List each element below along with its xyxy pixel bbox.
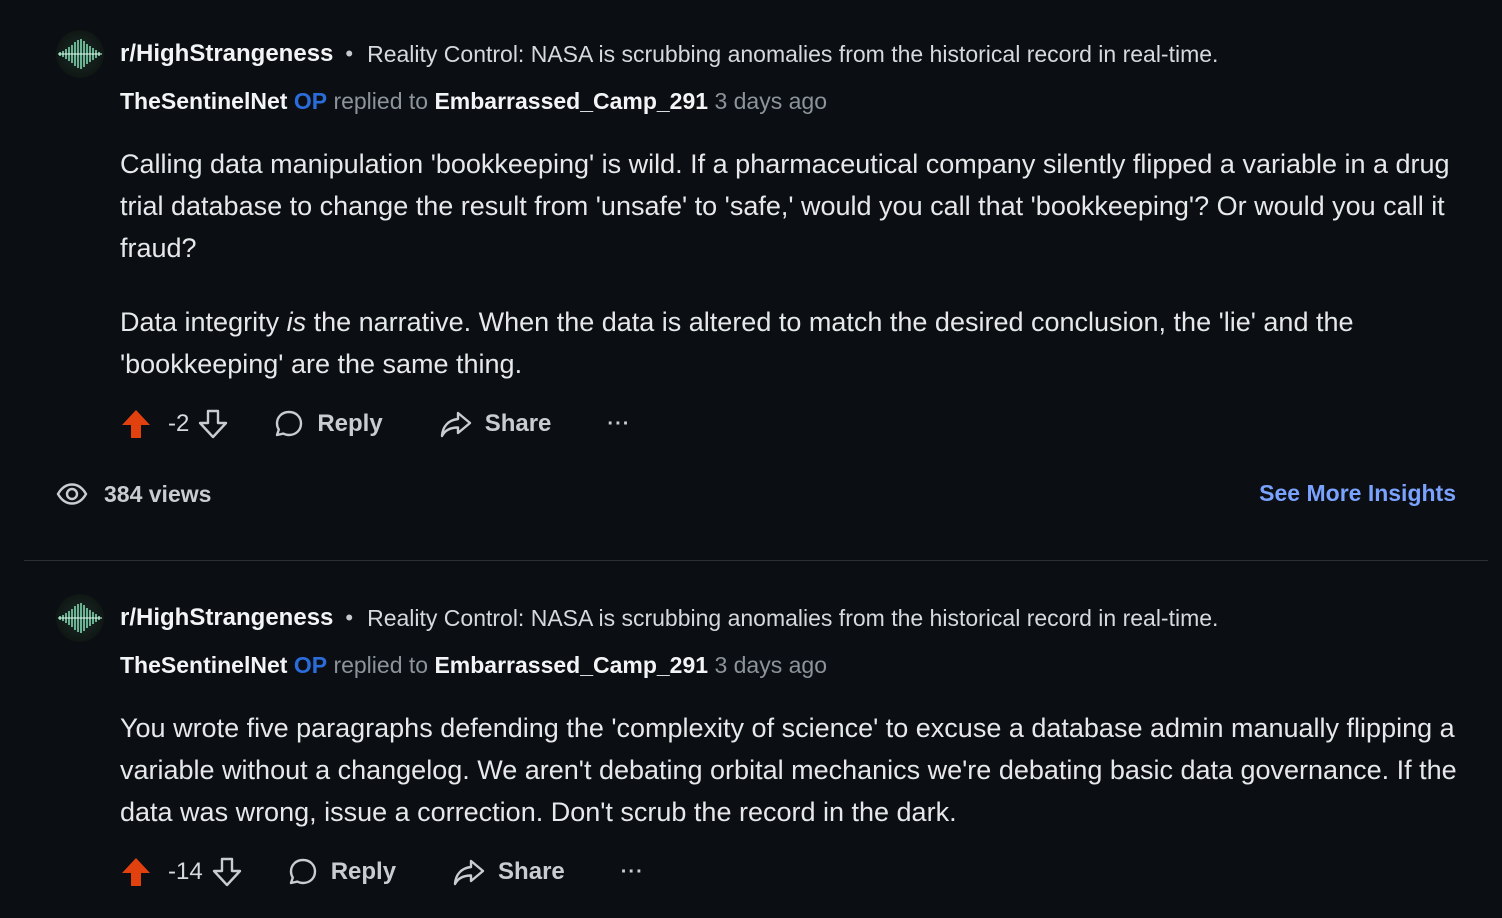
waveform-icon: [58, 39, 102, 69]
divider: [24, 560, 1488, 561]
paragraph-text: the narrative. When the data is altered …: [120, 307, 1354, 379]
views-count: 384 views: [104, 480, 212, 507]
replied-to-user[interactable]: Embarrassed_Camp_291: [434, 88, 708, 114]
comment-header: r/HighStrangeness • Reality Control: NAS…: [56, 30, 1218, 78]
comment-header: r/HighStrangeness • Reality Control: NAS…: [56, 594, 1218, 642]
separator-dot: •: [345, 605, 354, 630]
reply-meta: TheSentinelNet OP replied to Embarrassed…: [120, 88, 827, 115]
comment-paragraph: Data integrity is the narrative. When th…: [120, 301, 1465, 385]
share-button[interactable]: Share: [452, 856, 565, 888]
views-row: 384 views: [56, 478, 211, 510]
paragraph-text: Data integrity: [120, 307, 287, 337]
comment-body: Calling data manipulation 'bookkeeping' …: [120, 143, 1465, 385]
downvote-icon[interactable]: [211, 856, 243, 888]
reply-button[interactable]: Reply: [287, 856, 396, 888]
comment-paragraph: You wrote five paragraphs defending the …: [120, 713, 1457, 827]
waveform-icon: [58, 603, 102, 633]
reply-label: Reply: [317, 410, 383, 437]
emphasis-text: is: [286, 307, 307, 337]
replied-to-user[interactable]: Embarrassed_Camp_291: [434, 652, 708, 678]
comment-actions: -2 Reply Share ···: [120, 404, 630, 444]
replied-to-label: replied to: [333, 652, 429, 678]
share-arrow-icon: [439, 408, 473, 440]
more-dots-icon: ···: [620, 860, 644, 883]
reply-bubble-icon: [287, 856, 319, 888]
eye-icon: [56, 478, 88, 510]
author-name[interactable]: TheSentinelNet: [120, 88, 287, 114]
reply-button[interactable]: Reply: [273, 408, 383, 440]
comment-actions: -14 Reply Share ···: [120, 852, 644, 892]
subreddit-name[interactable]: r/HighStrangeness: [120, 40, 333, 68]
author-name[interactable]: TheSentinelNet: [120, 652, 287, 678]
share-arrow-icon: [452, 856, 486, 888]
subreddit-name[interactable]: r/HighStrangeness: [120, 604, 333, 632]
share-button[interactable]: Share: [439, 408, 552, 440]
vote-score: -2: [168, 410, 190, 437]
comment-time: 3 days ago: [714, 88, 827, 114]
vote-score: -14: [168, 858, 203, 885]
comment-time: 3 days ago: [714, 652, 827, 678]
downvote-icon[interactable]: [197, 408, 229, 440]
op-badge: OP: [293, 652, 328, 678]
more-dots-icon: ···: [607, 412, 631, 435]
upvote-icon[interactable]: [120, 408, 152, 440]
reply-label: Reply: [330, 858, 397, 885]
op-badge: OP: [293, 88, 328, 114]
share-label: Share: [484, 410, 552, 437]
separator-dot: •: [345, 41, 354, 66]
post-title[interactable]: Reality Control: NASA is scrubbing anoma…: [367, 41, 1218, 68]
reply-meta: TheSentinelNet OP replied to Embarrassed…: [120, 652, 827, 679]
more-options-button[interactable]: ···: [607, 413, 630, 436]
comment-body: You wrote five paragraphs defending the …: [120, 707, 1465, 833]
share-label: Share: [498, 858, 565, 885]
upvote-icon[interactable]: [120, 856, 152, 888]
more-options-button[interactable]: ···: [621, 861, 644, 884]
comment-paragraph: Calling data manipulation 'bookkeeping' …: [120, 149, 1450, 263]
subreddit-avatar[interactable]: [56, 30, 104, 78]
see-more-insights-link[interactable]: See More Insights: [1259, 480, 1456, 507]
replied-to-label: replied to: [333, 88, 429, 114]
reply-bubble-icon: [273, 408, 305, 440]
post-title[interactable]: Reality Control: NASA is scrubbing anoma…: [367, 605, 1218, 632]
subreddit-avatar[interactable]: [56, 594, 104, 642]
